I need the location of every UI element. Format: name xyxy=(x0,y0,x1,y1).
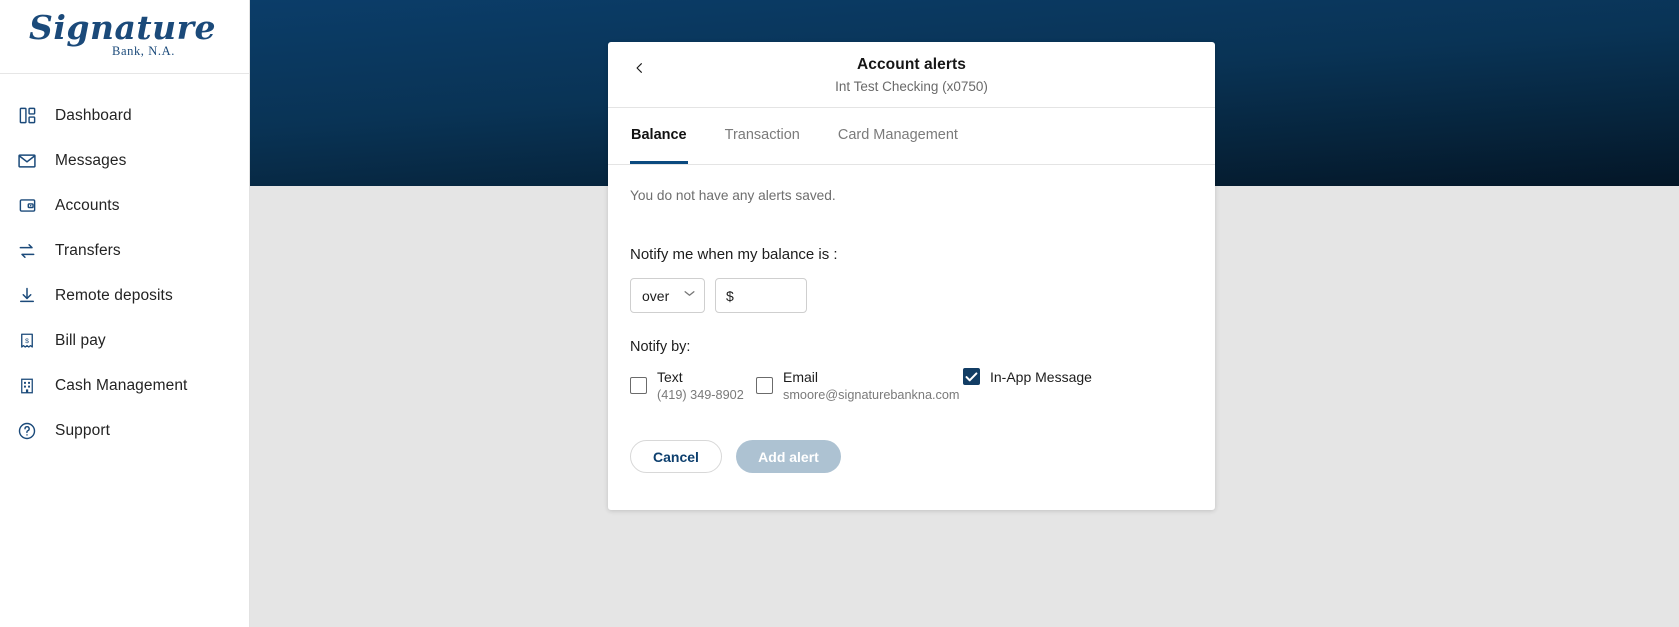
app-root: Signature Bank, N.A. Dashboard Messages … xyxy=(0,0,1679,627)
sidebar-item-label: Bill pay xyxy=(55,331,106,349)
receipt-dollar-icon: $ xyxy=(16,330,38,352)
modal-actions: Cancel Add alert xyxy=(630,440,1193,474)
notify-option-in-app-message[interactable]: In-App Message xyxy=(963,368,1092,385)
tab-card-management[interactable]: Card Management xyxy=(837,108,959,164)
sidebar-item-dashboard[interactable]: Dashboard xyxy=(0,93,249,138)
logo-subtext: Bank, N.A. xyxy=(112,44,175,59)
cancel-button[interactable]: Cancel xyxy=(630,440,722,474)
download-icon xyxy=(16,285,38,307)
balance-condition-row: over $ xyxy=(630,278,1193,313)
logo-wordmark: Signature xyxy=(29,8,216,48)
notify-option-text[interactable]: Text (419) 349-8902 xyxy=(630,368,756,404)
sidebar-item-accounts[interactable]: Accounts xyxy=(0,183,249,228)
svg-text:$: $ xyxy=(25,337,29,344)
checkbox-text[interactable] xyxy=(630,377,647,394)
tab-bar: Balance Transaction Card Management xyxy=(608,108,1215,165)
account-subtitle: Int Test Checking (x0750) xyxy=(835,79,988,94)
notify-by-label: Notify by: xyxy=(630,339,691,355)
add-alert-button[interactable]: Add alert xyxy=(736,440,841,474)
notify-option-detail: smoore@signaturebankna.com xyxy=(783,388,960,403)
sidebar-item-messages[interactable]: Messages xyxy=(0,138,249,183)
sidebar-item-transfers[interactable]: Transfers xyxy=(0,228,249,273)
notify-options-group: Text (419) 349-8902 Email smoore@signatu… xyxy=(630,368,1193,404)
account-alerts-modal: Account alerts Int Test Checking (x0750)… xyxy=(608,42,1215,510)
sidebar-item-label: Accounts xyxy=(55,196,120,214)
building-icon xyxy=(16,375,38,397)
modal-header: Account alerts Int Test Checking (x0750) xyxy=(608,42,1215,108)
notify-option-title: Text xyxy=(657,369,683,385)
envelope-icon xyxy=(16,150,38,172)
balance-prompt-label: Notify me when my balance is : xyxy=(630,246,838,263)
chevron-down-icon xyxy=(684,290,695,300)
chevron-left-icon xyxy=(635,63,642,73)
dashboard-icon xyxy=(16,105,38,127)
wallet-icon xyxy=(16,195,38,217)
sidebar-item-support[interactable]: Support xyxy=(0,408,249,453)
notify-option-title: Email xyxy=(783,369,819,385)
back-button[interactable] xyxy=(626,55,652,81)
sidebar-item-cash-management[interactable]: Cash Management xyxy=(0,363,249,408)
sidebar: Signature Bank, N.A. Dashboard Messages … xyxy=(0,0,250,627)
sidebar-item-label: Transfers xyxy=(55,241,121,259)
main-content: Account alerts Int Test Checking (x0750)… xyxy=(250,0,1679,627)
condition-select-value: over xyxy=(642,287,670,304)
page-title: Account alerts xyxy=(856,56,967,73)
question-circle-icon xyxy=(16,420,38,442)
sidebar-item-remote-deposits[interactable]: Remote deposits xyxy=(0,273,249,318)
transfer-arrows-icon xyxy=(16,240,38,262)
sidebar-item-label: Cash Management xyxy=(55,376,188,394)
sidebar-item-bill-pay[interactable]: $ Bill pay xyxy=(0,318,249,363)
checkbox-email[interactable] xyxy=(756,377,773,394)
check-icon xyxy=(965,371,978,381)
tab-transaction[interactable]: Transaction xyxy=(724,108,801,164)
notify-option-title: In-App Message xyxy=(990,368,1092,385)
notify-option-email[interactable]: Email smoore@signaturebankna.com xyxy=(756,368,963,404)
sidebar-item-label: Support xyxy=(55,421,110,439)
tab-balance[interactable]: Balance xyxy=(630,108,688,164)
brand-logo[interactable]: Signature Bank, N.A. xyxy=(0,0,249,74)
amount-input[interactable]: $ xyxy=(715,278,807,313)
checkbox-in-app-message[interactable] xyxy=(963,368,980,385)
modal-body: You do not have any alerts saved. Notify… xyxy=(608,165,1215,510)
sidebar-item-label: Dashboard xyxy=(55,106,132,124)
sidebar-nav: Dashboard Messages Accounts Transfers Re… xyxy=(0,74,249,453)
empty-state-message: You do not have any alerts saved. xyxy=(630,188,836,203)
sidebar-item-label: Messages xyxy=(55,151,127,169)
amount-input-value: $ xyxy=(726,287,734,304)
sidebar-item-label: Remote deposits xyxy=(55,286,173,304)
condition-select[interactable]: over xyxy=(630,278,705,313)
notify-option-detail: (419) 349-8902 xyxy=(657,388,744,403)
